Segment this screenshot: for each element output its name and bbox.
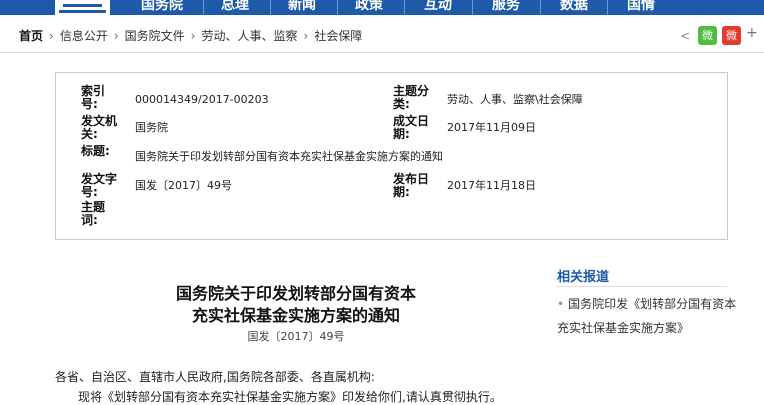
article-title: 国务院关于印发划转部分国有资本 充实社保基金实施方案的通知 bbox=[110, 283, 482, 327]
nav-divider bbox=[404, 0, 405, 15]
breadcrumb-separator: › bbox=[49, 29, 54, 43]
related-divider bbox=[557, 286, 727, 287]
index-label: 索引号: bbox=[81, 84, 106, 111]
topic-label: 主题分类: bbox=[393, 84, 430, 111]
nav-item-interaction[interactable]: 互动 bbox=[406, 0, 470, 15]
breadcrumb-separator: › bbox=[113, 29, 119, 43]
topic-value: 劳动、人事、监察\社会保障 bbox=[447, 93, 583, 106]
article-doc-number: 国发〔2017〕49号 bbox=[247, 330, 345, 343]
title-value: 国务院关于印发划转部分国有资本充实社保基金实施方案的通知 bbox=[135, 150, 443, 163]
article-title-line-1: 国务院关于印发划转部分国有资本 bbox=[175, 284, 416, 303]
more-share-icon[interactable]: + bbox=[746, 25, 758, 41]
site-logo[interactable] bbox=[55, 0, 110, 15]
related-reports-heading: 相关报道 bbox=[557, 270, 610, 285]
related-report-text[interactable]: 国务院印发《划转部分国有资本充实社保基金实施方案》 bbox=[557, 297, 736, 335]
issuer-value: 国务院 bbox=[135, 121, 168, 134]
nav-divider bbox=[472, 0, 473, 15]
article-title-line-2: 充实社保基金实施方案的通知 bbox=[191, 306, 400, 325]
nav-item-state-council[interactable]: 国务院 bbox=[130, 0, 194, 15]
nav-divider bbox=[540, 0, 541, 15]
document-info-box: 索引号: 000014349/2017-00203 主题分类: 劳动、人事、监察… bbox=[55, 72, 728, 240]
nav-item-services[interactable]: 服务 bbox=[474, 0, 538, 15]
issuer-label: 发文机关: bbox=[81, 114, 118, 141]
published-date-label: 发布日期: bbox=[393, 172, 430, 199]
wechat-share-icon[interactable]: 微 bbox=[698, 26, 717, 45]
bullet-icon: • bbox=[557, 297, 565, 311]
article-salutation: 各省、自治区、直辖市人民政府,国务院各部委、各直属机构: bbox=[55, 370, 375, 384]
nav-item-national-conditions[interactable]: 国情 bbox=[609, 0, 673, 15]
top-nav: 国务院 总理 新闻 政策 互动 服务 数据 国情 bbox=[0, 0, 764, 15]
article-body-paragraph: 现将《划转部分国有资本充实社保基金实施方案》印发给你们,请认真贯彻执行。 bbox=[78, 390, 502, 404]
nav-item-premier[interactable]: 总理 bbox=[203, 0, 267, 15]
nav-item-policy[interactable]: 政策 bbox=[337, 0, 401, 15]
created-date-value: 2017年11月09日 bbox=[447, 121, 536, 134]
title-label: 标题: bbox=[81, 144, 110, 158]
weibo-share-icon[interactable]: 微 bbox=[722, 26, 741, 45]
nav-item-news[interactable]: 新闻 bbox=[270, 0, 334, 15]
breadcrumb-separator: › bbox=[303, 29, 309, 43]
logo-base-shape bbox=[59, 10, 106, 13]
breadcrumb: 首页 › 信息公开 › 国务院文件 › 劳动、人事、监察 › 社会保障 bbox=[19, 27, 362, 45]
created-date-label: 成文日期: bbox=[393, 114, 430, 141]
published-date-value: 2017年11月18日 bbox=[447, 179, 536, 192]
breadcrumb-separator: › bbox=[190, 29, 196, 43]
breadcrumb-labor[interactable]: 劳动、人事、监察 bbox=[201, 29, 297, 43]
breadcrumb-social-security[interactable]: 社会保障 bbox=[314, 29, 362, 43]
index-value: 000014349/2017-00203 bbox=[135, 93, 269, 106]
related-report-link[interactable]: • 国务院印发《划转部分国有资本充实社保基金实施方案》 bbox=[557, 292, 737, 340]
header-divider bbox=[0, 52, 764, 53]
logo-roof-shape bbox=[63, 4, 102, 7]
share-icon[interactable]: < bbox=[680, 29, 690, 43]
nav-item-data[interactable]: 数据 bbox=[542, 0, 606, 15]
breadcrumb-home[interactable]: 首页 bbox=[19, 29, 43, 43]
doc-number-label: 发文字号: bbox=[81, 172, 118, 199]
doc-number-value: 国发〔2017〕49号 bbox=[135, 179, 232, 192]
nav-divider bbox=[607, 0, 608, 15]
breadcrumb-state-council-docs[interactable]: 国务院文件 bbox=[125, 29, 185, 43]
breadcrumb-info-disclosure[interactable]: 信息公开 bbox=[60, 29, 108, 43]
keywords-label: 主题词: bbox=[81, 200, 106, 227]
